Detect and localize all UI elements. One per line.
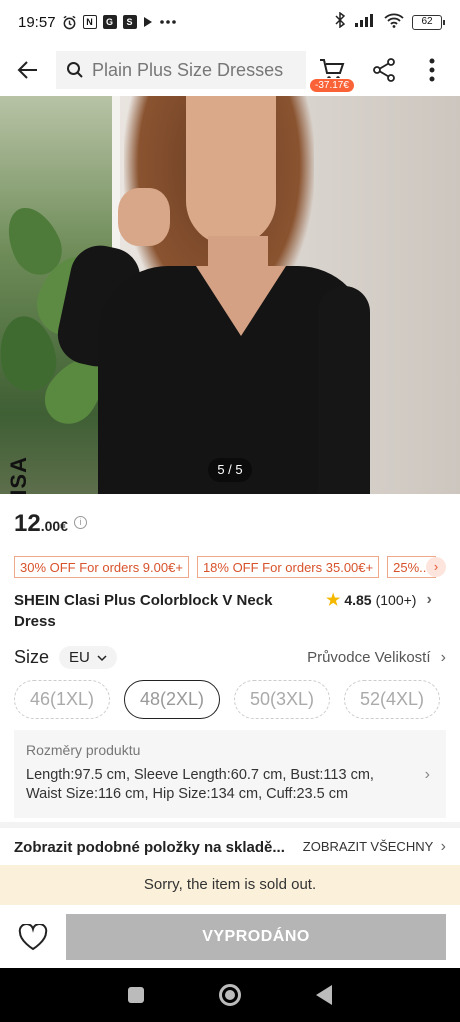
model-face [186, 96, 276, 246]
share-button[interactable] [364, 50, 404, 90]
rating-count: (100+) [375, 592, 417, 608]
coupon-tag[interactable]: 30% OFF For orders 9.00€+ [14, 556, 189, 578]
similar-items-row[interactable]: Zobrazit podobné položky na skladě... ZO… [14, 832, 446, 862]
image-counter: 5 / 5 [208, 458, 252, 482]
status-bar: 19:57 N G S 62 [0, 0, 460, 44]
size-label: Size [14, 647, 50, 667]
more-dots-icon [159, 19, 177, 25]
spec-title: Rozměry produktu [26, 742, 141, 758]
chevron-right-icon: › [440, 838, 446, 855]
search-input[interactable] [92, 59, 292, 81]
price-decimal: .00€ [40, 518, 68, 534]
wishlist-button[interactable] [0, 906, 66, 968]
search-bar[interactable] [56, 51, 306, 89]
sold-out-notice: Sorry, the item is sold out. [0, 865, 460, 905]
model-hand [118, 188, 170, 246]
size-header: Size EU Průvodce Velikostí › [14, 646, 446, 669]
cart-badge: -37.17€ [309, 78, 355, 93]
share-icon [373, 58, 395, 82]
ge-icon: G [102, 15, 117, 29]
status-time: 19:57 [18, 13, 56, 31]
sold-out-button[interactable]: VYPRODÁNO [66, 914, 446, 960]
coupon-tag[interactable]: 18% OFF For orders 35.00€+ [196, 556, 380, 578]
home-icon[interactable] [218, 984, 241, 1006]
star-icon: ★ [326, 592, 341, 609]
coupon-list: 30% OFF For orders 9.00€+ 18% OFF For or… [14, 556, 436, 578]
chevron-down-icon [97, 655, 107, 662]
size-unit-value: EU [69, 649, 90, 666]
size-options: 46(1XL) 48(2XL) 50(3XL) 52(4XL) [14, 680, 440, 719]
size-option[interactable]: 52(4XL) [344, 680, 440, 719]
size-unit-selector[interactable]: EU [59, 646, 118, 669]
signal-icon [354, 13, 376, 32]
s-icon: S [122, 15, 137, 29]
bottom-action-bar: VYPRODÁNO [0, 906, 460, 968]
v-neckline [196, 266, 286, 336]
product-dimensions-card[interactable]: Rozměry produktu Length:97.5 cm, Sleeve … [14, 730, 446, 818]
view-all-label: ZOBRAZIT VŠECHNY [302, 839, 434, 854]
size-guide-link[interactable]: Průvodce Velikostí › [307, 649, 446, 667]
battery-icon: 62 [412, 14, 445, 30]
chevron-right-icon: › [426, 591, 432, 608]
coupon-more-chevron-icon[interactable]: › [426, 557, 446, 577]
size-option[interactable]: 50(3XL) [234, 680, 330, 719]
bluetooth-icon [334, 11, 346, 32]
play-icon [143, 16, 153, 28]
view-all-link[interactable]: ZOBRAZIT VŠECHNY › [303, 838, 446, 856]
back-button[interactable] [0, 44, 56, 96]
back-triangle-icon[interactable] [316, 985, 333, 1005]
info-icon[interactable]: i [73, 516, 87, 529]
size-guide-label: Průvodce Velikostí [307, 648, 431, 666]
section-divider [0, 822, 460, 828]
nfc-icon: N [82, 15, 97, 29]
model-right-arm [318, 286, 370, 494]
price-integer: 12 [14, 510, 41, 537]
more-menu-button[interactable] [412, 50, 452, 90]
alarm-icon [62, 15, 77, 30]
brand-watermark: ISA [6, 456, 31, 494]
chevron-right-icon: › [424, 766, 430, 783]
spec-text: Length:97.5 cm, Sleeve Length:60.7 cm, B… [26, 767, 374, 802]
size-option[interactable]: 46(1XL) [14, 680, 110, 719]
chevron-right-icon: › [440, 648, 446, 666]
heart-icon [18, 923, 48, 950]
wifi-icon [384, 13, 404, 32]
search-icon [67, 62, 83, 78]
size-option-selected[interactable]: 48(2XL) [124, 680, 220, 719]
similar-items-label: Zobrazit podobné položky na skladě... [14, 838, 285, 856]
rating-value: 4.85 [344, 592, 372, 608]
recents-icon[interactable] [127, 987, 144, 1003]
kebab-menu-icon [429, 58, 435, 82]
product-title: SHEIN Clasi Plus Colorblock V Neck Dress [14, 592, 273, 630]
arrow-left-icon [17, 61, 37, 79]
price: 12 .00€ i [14, 510, 87, 538]
system-navigation-bar [0, 968, 460, 1022]
product-image-gallery[interactable]: ISA 5 / 5 [0, 96, 460, 494]
rating[interactable]: ★ 4.85 (100+) › [326, 590, 432, 610]
top-bar: -37.17€ [0, 44, 460, 96]
